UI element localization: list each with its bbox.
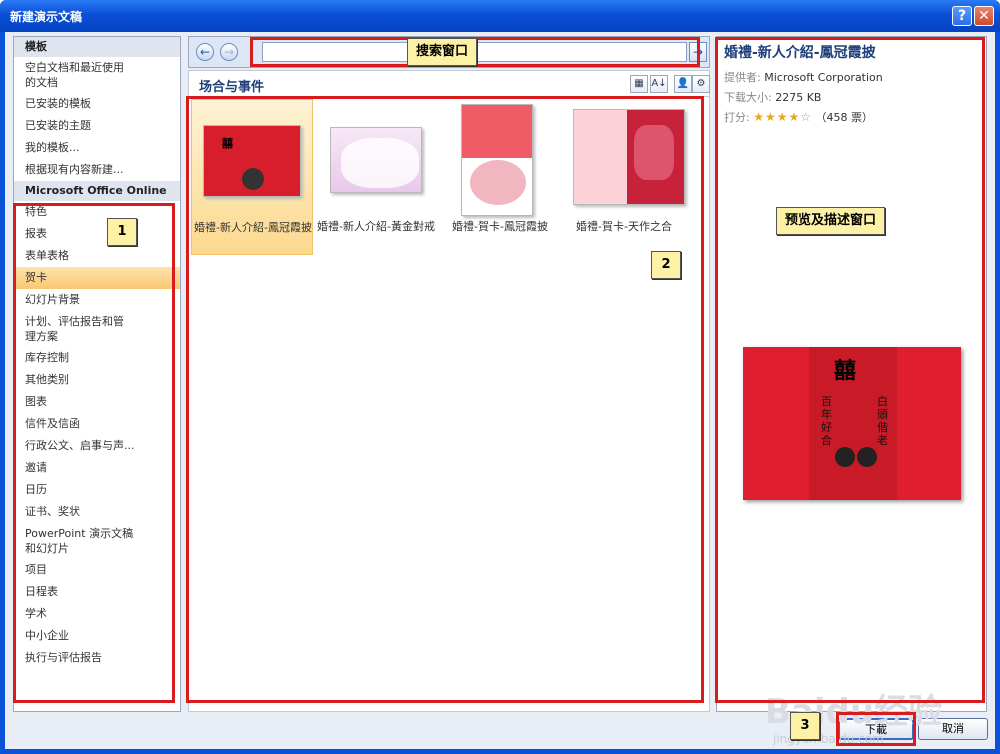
groom-figure-icon <box>835 447 855 467</box>
frame-decoration <box>341 138 419 188</box>
preview-right-text: 白頭偕老 <box>877 395 888 447</box>
nav-item[interactable]: 已安装的主题 <box>14 115 180 137</box>
rating-stars-icon[interactable]: ★★★★☆ <box>753 110 812 124</box>
size-value: 2275 KB <box>775 91 822 104</box>
nav-item[interactable]: 计划、评估报告和管 理方案 <box>14 311 180 347</box>
nav-item[interactable]: 已安装的模板 <box>14 93 180 115</box>
annotation-label-preview: 预览及描述窗口 <box>776 207 886 235</box>
nav-item[interactable]: 中小企业 <box>14 625 180 647</box>
nav-item[interactable]: 项目 <box>14 559 180 581</box>
size-row: 下载大小: 2275 KB <box>724 89 821 105</box>
template-tile[interactable]: 婚禮-賀卡-天作之合 <box>563 99 685 255</box>
template-thumbnail: 囍 <box>203 125 301 197</box>
provider-value: Microsoft Corporation <box>764 71 883 84</box>
sort-icon[interactable]: A↓ <box>650 75 668 93</box>
vote-count: （458 票） <box>815 111 874 124</box>
user-icon[interactable]: 👤 <box>674 75 692 93</box>
template-label: 婚禮-賀卡-鳳冠霞披 <box>452 220 548 233</box>
nav-item[interactable]: 图表 <box>14 391 180 413</box>
dialog-window: 新建演示文稿 ? ✕ 模板 空白文档和最近使用 的文档 已安装的模板 已安装的主题 我的… <box>0 0 1000 754</box>
preview-pane: 婚禮-新人介紹-鳳冠霞披 提供者: Microsoft Corporation … <box>716 36 987 712</box>
nav-item[interactable]: 特色 <box>14 201 180 223</box>
nav-item[interactable]: PowerPoint 演示文稿 和幻灯片 <box>14 523 180 559</box>
annotation-label-search: 搜索窗口 <box>407 38 478 66</box>
nav-item[interactable]: 日历 <box>14 479 180 501</box>
template-category-pane: 模板 空白文档和最近使用 的文档 已安装的模板 已安装的主题 我的模板... 根据现有内容… <box>13 36 181 712</box>
template-label: 婚禮-賀卡-天作之合 <box>576 220 672 233</box>
window-title: 新建演示文稿 <box>10 10 83 24</box>
nav-item[interactable]: 报表 <box>14 223 180 245</box>
rating-row: 打分: ★★★★☆ （458 票） <box>724 109 873 125</box>
annotation-label-1: 1 <box>107 218 137 246</box>
section-office-online: Microsoft Office Online <box>14 181 180 201</box>
preview-image: 囍 百年好合 白頭偕老 <box>743 347 961 500</box>
section-templates: 模板 <box>14 37 180 57</box>
nav-item[interactable]: 证书、奖状 <box>14 501 180 523</box>
annotation-label-2: 2 <box>651 251 681 279</box>
category-header: 场合与事件 ▦ A↓ 👤 ⚙ <box>188 70 710 96</box>
large-icons-view-icon[interactable]: ▦ <box>630 75 648 93</box>
template-label: 婚禮-新人介紹-黃金對戒 <box>317 220 435 233</box>
back-button[interactable]: ← <box>196 43 214 61</box>
help-button[interactable]: ? <box>952 6 972 26</box>
couple-figure-icon <box>242 168 264 190</box>
nav-item[interactable]: 执行与评估报告 <box>14 647 180 669</box>
dialog-body: 模板 空白文档和最近使用 的文档 已安装的模板 已安装的主题 我的模板... 根据现有内容… <box>5 32 995 749</box>
nav-item[interactable]: 信件及信函 <box>14 413 180 435</box>
nav-item[interactable]: 日程表 <box>14 581 180 603</box>
local-template-list: 空白文档和最近使用 的文档 已安装的模板 已安装的主题 我的模板... 根据现有内容新建.… <box>14 57 180 181</box>
template-thumbnail <box>461 104 533 216</box>
provider-label: 提供者: <box>724 71 761 84</box>
size-label: 下载大小: <box>724 91 772 104</box>
settings-icon[interactable]: ⚙ <box>692 75 710 93</box>
provider-row: 提供者: Microsoft Corporation <box>724 69 883 85</box>
nav-item[interactable]: 学术 <box>14 603 180 625</box>
nav-item[interactable]: 空白文档和最近使用 的文档 <box>14 57 180 93</box>
template-tile[interactable]: 婚禮-新人介紹-黃金對戒 <box>315 99 437 255</box>
star-icon[interactable]: ★ <box>765 110 777 124</box>
double-happiness-glyph: 囍 <box>834 359 857 384</box>
nav-item[interactable]: 库存控制 <box>14 347 180 369</box>
cartoon-couple-icon <box>470 160 526 205</box>
template-label: 婚禮-新人介紹-鳳冠霞披 <box>194 221 312 234</box>
star-icon[interactable]: ★ <box>789 110 801 124</box>
nav-item[interactable]: 贺卡 <box>14 267 180 289</box>
search-go-button[interactable]: → <box>689 42 707 62</box>
nav-item[interactable]: 表单表格 <box>14 245 180 267</box>
nav-item[interactable]: 邀请 <box>14 457 180 479</box>
template-thumbnail <box>330 127 422 193</box>
forward-button[interactable]: → <box>220 43 238 61</box>
nav-item[interactable]: 幻灯片背景 <box>14 289 180 311</box>
template-gallery: 囍 婚禮-新人介紹-鳳冠霞披 婚禮-新人介紹-黃金對戒 婚禮-賀卡-鳳冠霞披 婚… <box>188 96 710 712</box>
floral-decoration <box>634 125 674 180</box>
template-tile[interactable]: 婚禮-賀卡-鳳冠霞披 <box>439 99 561 255</box>
nav-item[interactable]: 其他类别 <box>14 369 180 391</box>
star-icon[interactable]: ★ <box>753 110 765 124</box>
preview-title: 婚禮-新人介紹-鳳冠霞披 <box>724 45 876 61</box>
online-category-list: 特色 报表 表单表格 贺卡 幻灯片背景 计划、评估报告和管 理方案 库存控制 其他类别 图表 信件及… <box>14 201 180 669</box>
nav-item[interactable]: 我的模板... <box>14 137 180 159</box>
annotation-label-3: 3 <box>790 712 820 740</box>
double-happiness-glyph: 囍 <box>222 137 233 150</box>
bride-figure-icon <box>857 447 877 467</box>
preview-left-text: 百年好合 <box>821 395 832 447</box>
star-icon[interactable]: ★ <box>777 110 789 124</box>
category-title: 场合与事件 <box>199 80 265 95</box>
template-tile[interactable]: 囍 婚禮-新人介紹-鳳冠霞披 <box>191 99 313 255</box>
rating-label: 打分: <box>724 111 750 124</box>
nav-item[interactable]: 根据现有内容新建... <box>14 159 180 181</box>
star-icon[interactable]: ☆ <box>800 110 812 124</box>
close-button[interactable]: ✕ <box>974 6 994 26</box>
nav-item[interactable]: 行政公文、启事与声... <box>14 435 180 457</box>
template-thumbnail <box>573 109 685 205</box>
title-bar: 新建演示文稿 ? ✕ <box>0 0 1000 32</box>
